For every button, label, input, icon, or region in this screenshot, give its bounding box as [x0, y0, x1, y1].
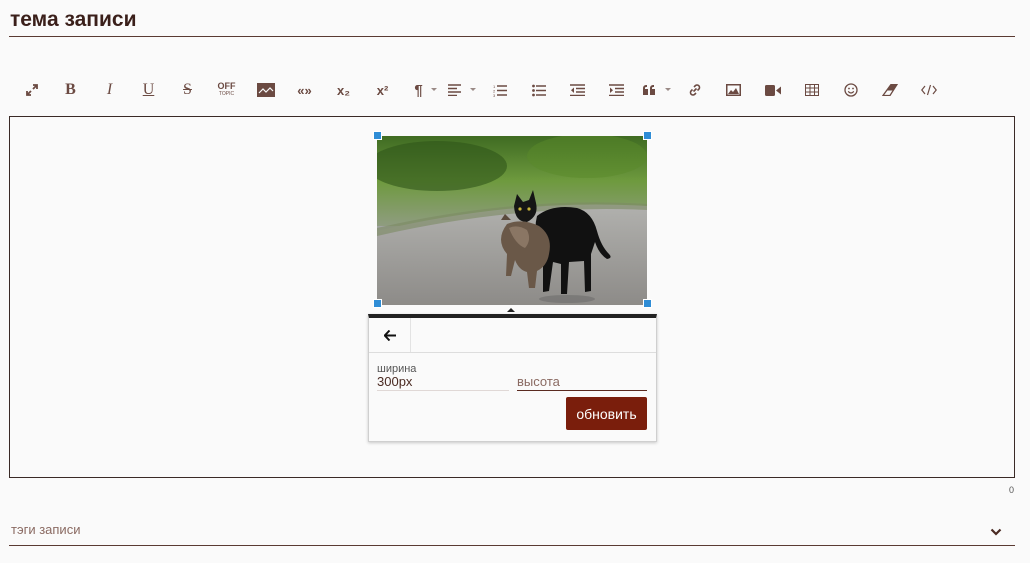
code-view-button[interactable] — [909, 78, 948, 102]
resize-handle-top-right[interactable] — [643, 131, 652, 140]
blockquote-button[interactable] — [636, 78, 675, 102]
spoiler-icon — [256, 83, 275, 97]
tags-underline — [9, 545, 1015, 546]
selected-image[interactable] — [377, 136, 647, 305]
dropdown-caret-icon — [431, 88, 437, 91]
italic-button[interactable]: I — [90, 78, 129, 102]
table-button[interactable] — [792, 78, 831, 102]
fullscreen-icon — [25, 84, 38, 96]
paragraph-button[interactable]: ¶ — [402, 78, 441, 102]
outdent-button[interactable] — [558, 78, 597, 102]
update-button[interactable]: обновить — [566, 397, 647, 430]
back-button[interactable] — [369, 318, 411, 352]
emoji-button[interactable] — [831, 78, 870, 102]
resize-handle-top-left[interactable] — [373, 131, 382, 140]
back-arrow-icon — [383, 329, 396, 341]
video-icon — [764, 84, 781, 96]
offtopic-button[interactable]: OFF TOPIC — [207, 78, 246, 102]
emoji-icon — [843, 83, 858, 97]
indent-button[interactable] — [597, 78, 636, 102]
paragraph-icon: ¶ — [414, 81, 423, 99]
char-counter: 0 — [1009, 485, 1015, 495]
bold-button[interactable]: B — [51, 78, 90, 102]
clear-format-icon — [881, 84, 898, 96]
image-button[interactable] — [714, 78, 753, 102]
quote-icon: «» — [297, 82, 312, 98]
dropdown-caret-icon — [470, 88, 476, 91]
clear-format-button[interactable] — [870, 78, 909, 102]
underline-button[interactable]: U — [129, 78, 168, 102]
align-icon — [447, 84, 461, 96]
strikethrough-button[interactable]: S — [168, 78, 207, 102]
subscript-icon: x₂ — [336, 82, 350, 98]
table-icon — [804, 84, 819, 96]
height-input[interactable]: высота — [517, 374, 647, 391]
popup-pointer — [507, 308, 515, 312]
outdent-icon — [570, 84, 585, 96]
align-button[interactable] — [441, 78, 480, 102]
superscript-icon: x² — [376, 82, 389, 98]
quote-button[interactable]: «» — [285, 78, 324, 102]
link-button[interactable] — [675, 78, 714, 102]
title-underline — [9, 36, 1015, 37]
ordered-list-icon: 123 — [493, 84, 507, 97]
video-button[interactable] — [753, 78, 792, 102]
cat-photo — [377, 136, 647, 305]
image-icon — [726, 84, 741, 96]
width-input[interactable]: 300px — [377, 374, 509, 391]
svg-text:3: 3 — [493, 93, 496, 97]
unordered-list-icon — [531, 84, 546, 96]
ordered-list-button[interactable]: 123 — [480, 78, 519, 102]
strikethrough-icon: S — [183, 81, 192, 98]
editor-toolbar: B I U S OFF TOPIC «» x₂ x² ¶ 123 — [12, 78, 948, 102]
resize-handle-bottom-left[interactable] — [373, 299, 382, 308]
superscript-button[interactable]: x² — [363, 78, 402, 102]
tags-toggle[interactable] — [990, 523, 1002, 541]
resize-handle-bottom-right[interactable] — [643, 299, 652, 308]
spoiler-button[interactable] — [246, 78, 285, 102]
editor-area[interactable]: ширина 300px высота обновить — [9, 116, 1015, 478]
popup-header — [369, 318, 656, 353]
underline-icon: U — [142, 81, 155, 98]
offtopic-icon: OFF TOPIC — [218, 82, 236, 98]
post-title[interactable]: тема записи — [10, 8, 136, 32]
blockquote-icon — [642, 85, 655, 95]
offtopic-sublabel: TOPIC — [218, 91, 235, 97]
dropdown-caret-icon — [665, 88, 671, 91]
link-icon — [689, 84, 700, 96]
italic-icon: I — [106, 81, 113, 98]
indent-icon — [609, 84, 624, 96]
unordered-list-button[interactable] — [519, 78, 558, 102]
tags-field[interactable]: тэги записи — [11, 522, 80, 537]
fullscreen-button[interactable] — [12, 78, 51, 102]
code-view-icon — [920, 84, 937, 96]
bold-icon: B — [65, 81, 76, 98]
offtopic-label: OFF — [217, 81, 236, 91]
image-size-popup: ширина 300px высота обновить — [368, 314, 657, 442]
subscript-button[interactable]: x₂ — [324, 78, 363, 102]
chevron-down-icon — [990, 528, 1002, 536]
